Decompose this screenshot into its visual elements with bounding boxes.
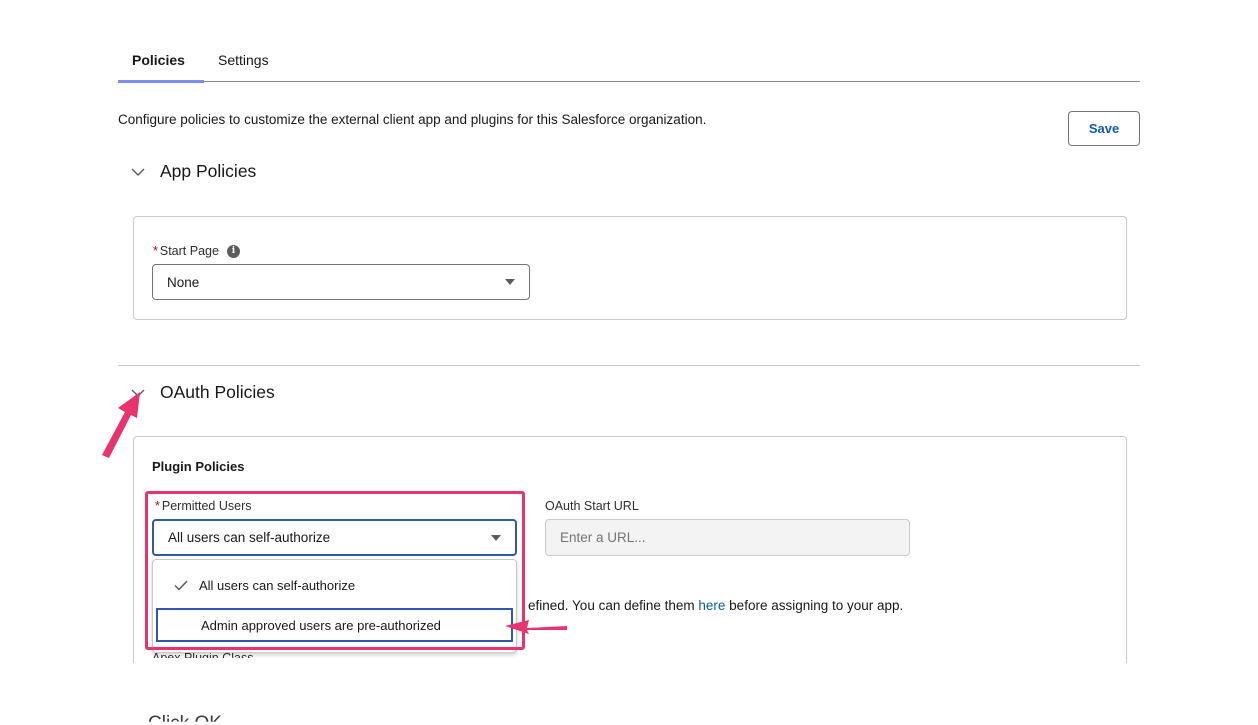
arrow-up-icon	[102, 392, 140, 458]
arrow-left-icon	[505, 620, 567, 634]
annotation-arrows	[102, 392, 567, 634]
page: Policies Settings Configure policies to …	[0, 0, 1258, 725]
